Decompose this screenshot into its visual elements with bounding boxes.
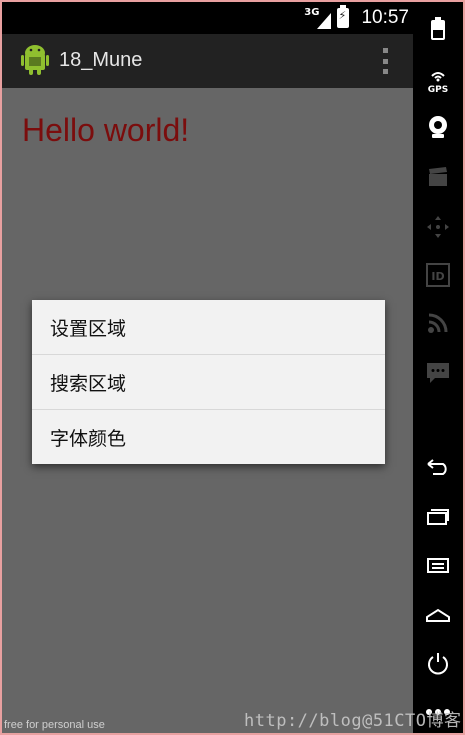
sms-icon[interactable] <box>413 356 463 390</box>
gps-icon[interactable]: GPS <box>413 64 463 98</box>
id-icon[interactable]: ID <box>413 258 463 292</box>
menu-item-search-area[interactable]: 搜索区域 <box>32 355 385 410</box>
popup-menu: 设置区域 搜索区域 字体颜色 <box>32 300 385 464</box>
battery-icon <box>337 5 350 28</box>
menu-item-font-color[interactable]: 字体颜色 <box>32 410 385 464</box>
power-off-icon[interactable] <box>413 12 463 46</box>
power-icon[interactable] <box>413 646 463 680</box>
id-label: ID <box>431 270 444 283</box>
android-app-icon[interactable] <box>20 44 50 76</box>
phone-screen: 3G 10:57 18_Mune Hello <box>2 2 413 733</box>
recent-apps-icon[interactable] <box>413 500 463 534</box>
home-icon[interactable] <box>413 598 463 632</box>
status-bar: 3G 10:57 <box>2 2 413 34</box>
emulator-frame: 3G 10:57 18_Mune Hello <box>2 2 463 733</box>
menu-icon[interactable] <box>413 548 463 582</box>
back-icon[interactable] <box>413 450 463 484</box>
rss-icon[interactable] <box>413 306 463 340</box>
overflow-menu-icon[interactable] <box>381 48 389 74</box>
gps-label: GPS <box>428 85 448 94</box>
emulator-side-panel: GPS ID <box>413 2 463 733</box>
watermark-url: http://blog@51CTO博客 <box>244 711 462 731</box>
signal-icon <box>317 13 332 29</box>
watermark-free-personal: free for personal use <box>4 719 105 731</box>
app-title: 18_Mune <box>59 49 143 71</box>
status-clock: 10:57 <box>361 7 409 28</box>
dpad-icon[interactable] <box>413 210 463 244</box>
hello-text: Hello world! <box>22 112 190 148</box>
clapperboard-icon[interactable] <box>413 160 463 194</box>
webcam-icon[interactable] <box>413 110 463 144</box>
menu-item-set-area[interactable]: 设置区域 <box>32 300 385 355</box>
action-bar: 18_Mune <box>2 34 413 88</box>
status-icons: 3G 10:57 <box>304 2 409 34</box>
